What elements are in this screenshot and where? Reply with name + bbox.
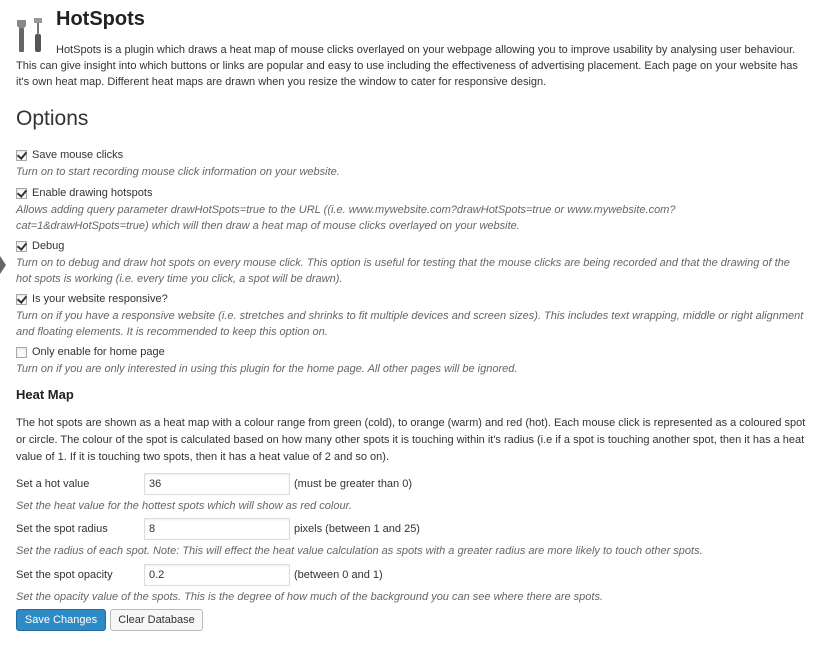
option-label: Is your website responsive? (32, 293, 168, 305)
option-save-mouse-clicks: Save mouse clicks Turn on to start recor… (16, 147, 806, 180)
clear-database-button[interactable]: Clear Database (110, 609, 203, 631)
option-enable-drawing-hotspots: Enable drawing hotspots Allows adding qu… (16, 185, 806, 234)
field-hint: (between 0 and 1) (294, 569, 383, 581)
save-changes-button[interactable]: Save Changes (16, 609, 106, 631)
hot-value-field: Set a hot value (must be greater than 0)… (16, 472, 806, 512)
page-title: HotSpots (56, 8, 145, 30)
field-label: Set the spot radius (16, 523, 108, 535)
field-label: Set the spot opacity (16, 569, 113, 581)
plugin-description: HotSpots is a plugin which draws a heat … (16, 44, 798, 88)
spot-radius-input[interactable] (144, 518, 290, 540)
hot-value-input[interactable] (144, 473, 290, 495)
option-description: Turn on if you are only interested in us… (16, 363, 518, 375)
option-description: Turn on if you have a responsive website… (16, 310, 804, 338)
spot-radius-field: Set the spot radius pixels (between 1 an… (16, 517, 806, 557)
field-description: Set the opacity value of the spots. This… (16, 591, 604, 603)
option-home-page-only: Only enable for home page Turn on if you… (16, 344, 806, 377)
options-heading: Options (16, 107, 89, 130)
field-hint: (must be greater than 0) (294, 478, 413, 490)
enable-drawing-hotspots-checkbox[interactable] (16, 187, 27, 199)
option-responsive: Is your website responsive? Turn on if y… (16, 291, 806, 340)
responsive-checkbox[interactable] (16, 293, 27, 305)
save-mouse-clicks-checkbox[interactable] (16, 149, 27, 161)
home-page-only-checkbox[interactable] (16, 346, 27, 358)
field-label: Set a hot value (16, 478, 90, 490)
option-debug: Debug Turn on to debug and draw hot spot… (16, 238, 806, 287)
option-label: Debug (32, 240, 65, 252)
option-description: Allows adding query parameter drawHotSpo… (16, 204, 676, 232)
heat-map-heading: Heat Map (16, 387, 74, 402)
spot-opacity-input[interactable] (144, 564, 290, 586)
heat-map-description: The hot spots are shown as a heat map wi… (16, 417, 806, 463)
collapse-arrow-icon[interactable] (0, 256, 6, 274)
option-label: Only enable for home page (32, 346, 165, 358)
field-hint: pixels (between 1 and 25) (294, 523, 420, 535)
option-label: Save mouse clicks (32, 149, 124, 161)
option-label: Enable drawing hotspots (32, 187, 153, 199)
debug-checkbox[interactable] (16, 240, 27, 252)
spot-opacity-field: Set the spot opacity (between 0 and 1) S… (16, 563, 806, 603)
option-description: Turn on to start recording mouse click i… (16, 166, 340, 178)
field-description: Set the heat value for the hottest spots… (16, 500, 352, 512)
field-description: Set the radius of each spot. Note: This … (16, 545, 703, 557)
option-description: Turn on to debug and draw hot spots on e… (16, 257, 790, 285)
